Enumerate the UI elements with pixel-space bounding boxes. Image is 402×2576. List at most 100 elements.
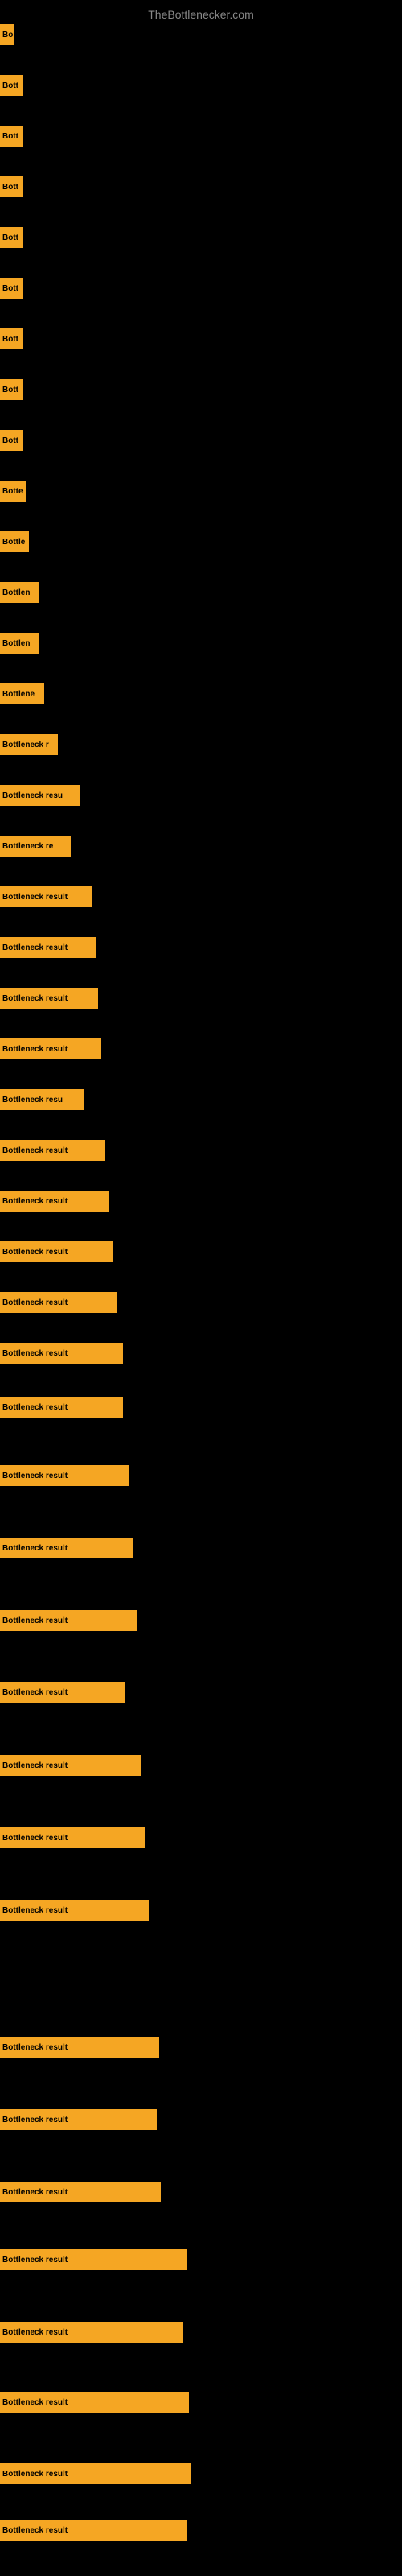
bars-container: BoBottBottBottBottBottBottBottBottBotteB… <box>0 24 402 2552</box>
bar-label: Bottleneck result <box>2 2043 68 2052</box>
bar-label: Bott <box>2 233 18 242</box>
bar-label: Bottle <box>2 538 25 547</box>
bar-fill: Bottlene <box>0 683 44 704</box>
bar-label: Bottleneck result <box>2 1688 68 1697</box>
bar-label: Bottleneck result <box>2 1146 68 1155</box>
bar-fill: Bottleneck result <box>0 1343 123 1364</box>
bar-row: Bottleneck result <box>0 1465 402 1486</box>
bar-fill: Bottleneck result <box>0 1241 113 1262</box>
bar-label: Bottleneck result <box>2 2116 68 2124</box>
bar-row: Bottleneck result <box>0 1610 402 1631</box>
bar-row: Bott <box>0 227 402 248</box>
bar-row: Bottleneck result <box>0 2249 402 2270</box>
bar-fill: Bottleneck result <box>0 1827 145 1848</box>
bar-row: Bottle <box>0 531 402 552</box>
bar-row: Bottleneck result <box>0 937 402 958</box>
bar-label: Bott <box>2 132 18 141</box>
bar-row: Bott <box>0 430 402 451</box>
bar-row: Bottleneck result <box>0 1755 402 1776</box>
bar-row: Bottleneck result <box>0 2463 402 2484</box>
bar-fill: Bott <box>0 430 23 451</box>
bar-fill: Bottleneck result <box>0 886 92 907</box>
bar-label: Bottleneck re <box>2 842 53 851</box>
bar-fill: Bottleneck result <box>0 1610 137 1631</box>
bar-row: Bottleneck result <box>0 988 402 1009</box>
bar-fill: Bottlen <box>0 582 39 603</box>
bar-fill: Bott <box>0 75 23 96</box>
bar-label: Bottleneck result <box>2 1349 68 1358</box>
bar-label: Bottleneck result <box>2 1834 68 1843</box>
bar-fill: Bottleneck result <box>0 1140 105 1161</box>
bar-fill: Bottleneck result <box>0 1038 100 1059</box>
bar-fill: Bottleneck result <box>0 1465 129 1486</box>
bar-fill: Bottleneck result <box>0 2037 159 2058</box>
bar-fill: Bottleneck result <box>0 2249 187 2270</box>
bar-fill: Bottleneck result <box>0 1191 109 1212</box>
bar-row: Bottleneck result <box>0 2182 402 2202</box>
bar-fill: Bottleneck result <box>0 1755 141 1776</box>
bar-row: Bottleneck result <box>0 1827 402 1848</box>
bar-label: Bottleneck resu <box>2 791 63 800</box>
bar-label: Bottleneck result <box>2 1197 68 1206</box>
bar-fill: Bottleneck resu <box>0 1089 84 1110</box>
bar-fill: Bottleneck result <box>0 1900 149 1921</box>
bar-fill: Bottle <box>0 531 29 552</box>
bar-fill: Bottleneck result <box>0 937 96 958</box>
bar-fill: Bottleneck result <box>0 2109 157 2130</box>
bar-row: Bottleneck result <box>0 1191 402 1212</box>
bar-label: Botte <box>2 487 23 496</box>
bar-row: Bottleneck result <box>0 1038 402 1059</box>
bar-row: Bottleneck result <box>0 1682 402 1703</box>
bar-label: Bottlene <box>2 690 35 699</box>
bar-label: Bottleneck result <box>2 1298 68 1307</box>
bar-row: Bott <box>0 176 402 197</box>
bar-label: Bottleneck r <box>2 741 49 749</box>
bar-label: Bottleneck result <box>2 994 68 1003</box>
bar-label: Bo <box>2 31 13 39</box>
bar-fill: Botte <box>0 481 26 502</box>
bar-row: Bott <box>0 379 402 400</box>
bar-row: Bo <box>0 24 402 45</box>
bar-label: Bott <box>2 386 18 394</box>
bar-label: Bottleneck result <box>2 2328 68 2337</box>
bar-label: Bottleneck result <box>2 2188 68 2197</box>
bar-row: Bottlene <box>0 683 402 704</box>
bar-label: Bottleneck result <box>2 1761 68 1770</box>
bar-row: Bott <box>0 75 402 96</box>
bar-fill: Bottleneck result <box>0 2322 183 2343</box>
bar-label: Bottlen <box>2 639 30 648</box>
bar-row: Bottleneck result <box>0 1397 402 1418</box>
bar-row: Bottleneck result <box>0 2392 402 2413</box>
bar-fill: Bott <box>0 176 23 197</box>
bar-row: Bottleneck resu <box>0 785 402 806</box>
bar-fill: Bott <box>0 278 23 299</box>
bar-fill: Bottleneck resu <box>0 785 80 806</box>
bar-label: Bottleneck resu <box>2 1096 63 1104</box>
bar-label: Bottlen <box>2 588 30 597</box>
bar-fill: Bottleneck result <box>0 1682 125 1703</box>
bar-fill: Bo <box>0 24 14 45</box>
bar-row: Bottleneck result <box>0 886 402 907</box>
bar-label: Bottleneck result <box>2 893 68 902</box>
bar-fill: Bottleneck re <box>0 836 71 857</box>
bar-row: Bottleneck result <box>0 2322 402 2343</box>
bar-fill: Bottleneck result <box>0 1397 123 1418</box>
bar-fill: Bottleneck result <box>0 2463 191 2484</box>
bar-label: Bottleneck result <box>2 1045 68 1054</box>
bar-row: Bott <box>0 278 402 299</box>
bar-label: Bottleneck result <box>2 1472 68 1480</box>
bar-fill: Bottleneck r <box>0 734 58 755</box>
bar-fill: Bottlen <box>0 633 39 654</box>
bar-label: Bottleneck result <box>2 2526 68 2535</box>
bar-row: Bottleneck result <box>0 1292 402 1313</box>
bar-label: Bottleneck result <box>2 1906 68 1915</box>
bar-row: Bottleneck result <box>0 1140 402 1161</box>
bar-fill: Bottleneck result <box>0 2392 189 2413</box>
bar-label: Bott <box>2 81 18 90</box>
bar-row: Bott <box>0 126 402 147</box>
bar-fill: Bott <box>0 227 23 248</box>
bar-label: Bottleneck result <box>2 2256 68 2264</box>
bar-label: Bottleneck result <box>2 1544 68 1553</box>
bar-label: Bottleneck result <box>2 1248 68 1257</box>
bar-row: Bottleneck result <box>0 1241 402 1262</box>
